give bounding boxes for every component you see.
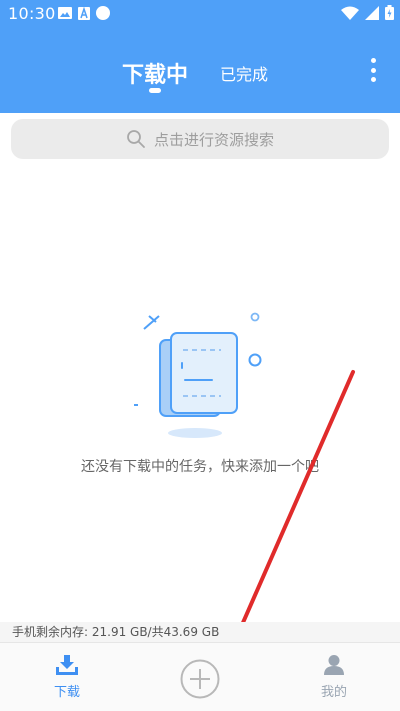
tab-indicator xyxy=(149,88,161,93)
wifi-icon xyxy=(341,6,359,20)
empty-state-text: 还没有下载中的任务，快来添加一个吧 xyxy=(81,459,319,475)
tab-downloading[interactable]: 下载中 xyxy=(122,57,188,89)
nav-download[interactable]: 下载 xyxy=(48,655,86,700)
download-tray-icon xyxy=(56,655,78,675)
search-placeholder: 点击进行资源搜索 xyxy=(153,130,274,149)
nav-mine-label: 我的 xyxy=(320,685,347,700)
empty-box-icon xyxy=(134,312,262,438)
memory-info: 手机剩余内存: 21.91 GB/共43.69 GB xyxy=(0,622,400,642)
signal-icon xyxy=(365,5,379,20)
user-icon xyxy=(324,655,344,675)
search-bar[interactable]: 点击进行资源搜索 xyxy=(11,119,389,159)
top-bar: 10:30 下载中 已完成 xyxy=(0,0,400,113)
plus-circle-icon[interactable] xyxy=(180,659,220,699)
more-vertical-icon[interactable] xyxy=(363,56,383,84)
battery-icon xyxy=(385,5,394,20)
circle-icon xyxy=(96,6,110,20)
a-icon xyxy=(78,6,90,20)
status-bar: 10:30 xyxy=(0,0,400,28)
search-icon xyxy=(127,130,145,148)
nav-download-label: 下载 xyxy=(53,685,80,700)
bottom-nav: 下载 我的 xyxy=(0,642,400,711)
status-time: 10:30 xyxy=(8,4,56,23)
image-icon xyxy=(58,7,72,19)
tab-completed[interactable]: 已完成 xyxy=(220,61,268,85)
nav-mine[interactable]: 我的 xyxy=(315,655,353,700)
